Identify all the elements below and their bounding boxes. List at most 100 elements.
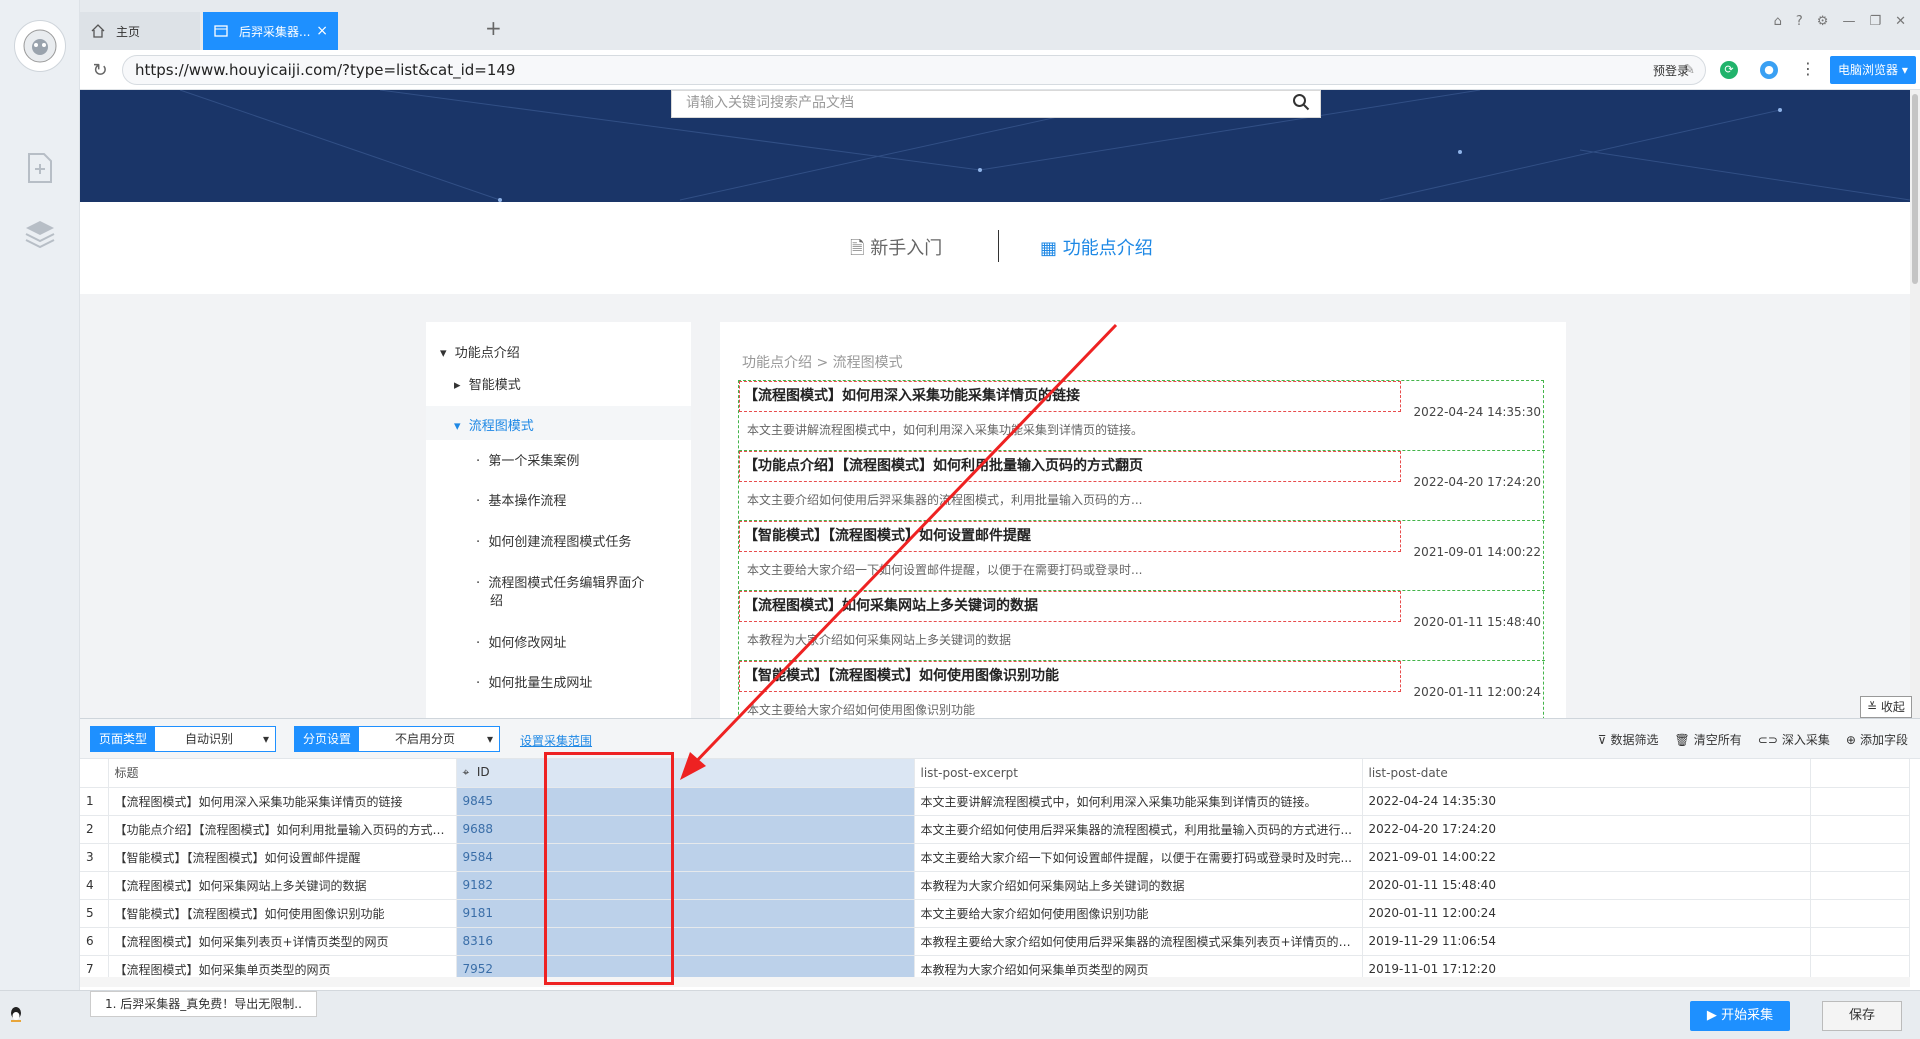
column-header-title[interactable]: 标题 [108, 759, 457, 788]
settings-icon[interactable]: ⚙ [1817, 14, 1829, 29]
column-header-id[interactable]: ⌖ ID [456, 759, 915, 788]
filter-button[interactable]: ⊽ 数据筛选 [1598, 731, 1659, 748]
minimize-icon[interactable]: — [1842, 14, 1855, 29]
cell-date[interactable]: 2020-01-11 12:00:24 [1362, 899, 1811, 928]
table-row[interactable]: 1 【流程图模式】如何用深入采集功能采集详情页的链接 9845 本文主要讲解流程图模式… [80, 787, 1910, 816]
table-row[interactable]: 4 【流程图模式】如何采集网站上多关键词的数据 9182 本教程为大家介绍如何采集网站… [80, 871, 1910, 900]
sidebar-sub-1[interactable]: · 第一个采集案例 [476, 450, 579, 469]
cell-title[interactable]: 【智能模式】【流程图模式】如何设置邮件提醒 [108, 843, 457, 872]
add-field-button[interactable]: ⊕ 添加字段 [1846, 731, 1908, 748]
new-tab-button[interactable]: + [485, 16, 502, 40]
cell-title[interactable]: 【流程图模式】如何用深入采集功能采集详情页的链接 [108, 787, 457, 816]
close-window-icon[interactable]: ✕ [1895, 14, 1906, 29]
help-icon[interactable]: ? [1796, 14, 1803, 29]
paging-select[interactable]: 分页设置 不启用分页 ▾ [294, 726, 501, 752]
column-header-date[interactable]: list-post-date [1362, 759, 1811, 788]
column-header-excerpt[interactable]: list-post-excerpt [914, 759, 1363, 788]
scroll-thumb[interactable] [1912, 94, 1918, 284]
cell-date[interactable]: 2020-01-11 15:48:40 [1362, 871, 1811, 900]
pc-browser-button[interactable]: 电脑浏览器 ▾ [1830, 56, 1916, 84]
article-item[interactable]: 【智能模式】【流程图模式】如何设置邮件提醒 本文主要给大家介绍一下如何设置邮件提… [739, 521, 1545, 591]
qq-penguin-icon[interactable] [8, 1005, 26, 1025]
cell-excerpt[interactable]: 本文主要讲解流程图模式中，如何利用深入采集功能采集到详情页的链接。 [914, 787, 1363, 816]
cell-excerpt[interactable]: 本教程主要给大家介绍如何使用后羿采集器的流程图模式采集列表页+详情页的数... [914, 927, 1363, 956]
restore-icon[interactable]: ❐ [1869, 14, 1881, 29]
pc-browser-label: 电脑浏览器 [1838, 63, 1899, 77]
sidebar-sub-6[interactable]: · 如何批量生成网址 [476, 672, 592, 691]
layers-icon[interactable] [22, 215, 58, 251]
start-collect-button[interactable]: ▶ 开始采集 [1690, 1001, 1790, 1031]
page-scrollbar[interactable] [1910, 90, 1920, 718]
cell-date[interactable]: 2022-04-24 14:35:30 [1362, 787, 1811, 816]
save-button[interactable]: 保存 [1822, 1001, 1902, 1031]
sidebar-item-root[interactable]: ▾ 功能点介绍 [440, 342, 520, 361]
cell-excerpt[interactable]: 本文主要介绍如何使用后羿采集器的流程图模式，利用批量输入页码的方式进行... [914, 815, 1363, 844]
speed-icon[interactable]: ⟳ [1720, 61, 1738, 79]
cell-date[interactable]: 2021-09-01 14:00:22 [1362, 843, 1811, 872]
article-item[interactable]: 【功能点介绍】【流程图模式】如何利用批量输入页码的方式翻页 本文主要介绍如何使用… [739, 451, 1545, 521]
cell-title[interactable]: 【智能模式】【流程图模式】如何使用图像识别功能 [108, 899, 457, 928]
sidebar-sub-5[interactable]: · 如何修改网址 [476, 632, 566, 651]
new-task-icon[interactable] [22, 150, 58, 186]
refresh-icon[interactable]: ↻ [90, 60, 110, 81]
prelogin-button[interactable]: 预登录 [1653, 62, 1689, 79]
task-status-tab[interactable]: 1. 后羿采集器_真免费！导出无限制.. [90, 991, 317, 1017]
cell-excerpt[interactable]: 本文主要给大家介绍如何使用图像识别功能 [914, 899, 1363, 928]
user-icon[interactable]: ● [1760, 61, 1778, 79]
gift-icon[interactable]: ⌂ [1774, 14, 1782, 29]
table-hscrollbar[interactable] [80, 977, 1910, 987]
cell-id[interactable]: 9688 [456, 815, 915, 844]
deep-collect-button[interactable]: ⊂⊃ 深入采集 [1758, 731, 1830, 748]
site-search-input[interactable]: 请输入关键词搜索产品文档 [671, 90, 1321, 118]
article-item[interactable]: 【智能模式】【流程图模式】如何使用图像识别功能 本文主要给大家介绍如何使用图像识… [739, 661, 1545, 718]
cell-title[interactable]: 【流程图模式】如何采集网站上多关键词的数据 [108, 871, 457, 900]
table-row[interactable]: 5 【智能模式】【流程图模式】如何使用图像识别功能 9181 本文主要给大家介绍如何使… [80, 899, 1910, 928]
article-title[interactable]: 【智能模式】【流程图模式】如何使用图像识别功能 [739, 661, 1401, 692]
page-type-select[interactable]: 页面类型 自动识别 ▾ [90, 726, 277, 752]
clear-all-button[interactable]: 🗑 清空所有 [1675, 731, 1742, 748]
cell-date[interactable]: 2019-11-29 11:06:54 [1362, 927, 1811, 956]
tab-home[interactable]: 主页 [80, 12, 200, 50]
more-menu-icon[interactable]: ⋮ [1800, 59, 1816, 78]
sidebar-item-smart[interactable]: ▸ 智能模式 [454, 374, 521, 393]
url-text: https://www.houyicaiji.com/?type=list&ca… [135, 61, 516, 79]
paging-label: 分页设置 [295, 727, 360, 751]
home-icon [90, 23, 106, 39]
sidebar-sub-4[interactable]: · 流程图模式任务编辑界面介 [476, 572, 644, 591]
sidebar-sub-2[interactable]: · 基本操作流程 [476, 490, 566, 509]
article-item[interactable]: 【流程图模式】如何用深入采集功能采集详情页的链接 本文主要讲解流程图模式中，如何… [739, 381, 1545, 451]
set-range-link[interactable]: 设置采集范围 [520, 732, 592, 749]
cell-id[interactable]: 9182 [456, 871, 915, 900]
article-title[interactable]: 【流程图模式】如何采集网站上多关键词的数据 [739, 591, 1401, 622]
nav-features[interactable]: ▦ 功能点介绍 [1040, 234, 1153, 260]
cell-title[interactable]: 【功能点介绍】【流程图模式】如何利用批量输入页码的方式翻页 [108, 815, 457, 844]
cell-id[interactable]: 9845 [456, 787, 915, 816]
search-icon[interactable] [1292, 93, 1312, 113]
article-date: 2020-01-11 15:48:40 [1413, 615, 1541, 629]
url-input[interactable]: https://www.houyicaiji.com/?type=list&ca… [122, 55, 1706, 85]
tab-collector-label: 后羿采集器... [239, 24, 311, 39]
tab-collector[interactable]: 后羿采集器... × [203, 12, 338, 50]
table-row[interactable]: 2 【功能点介绍】【流程图模式】如何利用批量输入页码的方式翻页 9688 本文主要介绍… [80, 815, 1910, 844]
cell-excerpt[interactable]: 本教程为大家介绍如何采集网站上多关键词的数据 [914, 871, 1363, 900]
cell-id[interactable]: 9584 [456, 843, 915, 872]
cell-title[interactable]: 【流程图模式】如何采集列表页+详情页类型的网页 [108, 927, 457, 956]
sidebar-item-flow[interactable]: ▾ 流程图模式 [454, 415, 534, 434]
table-row[interactable]: 6 【流程图模式】如何采集列表页+详情页类型的网页 8316 本教程主要给大家介绍如何… [80, 927, 1910, 956]
sidebar-sub-3[interactable]: · 如何创建流程图模式任务 [476, 531, 631, 550]
doc-sidebar: ▾ 功能点介绍 ▸ 智能模式 ▾ 流程图模式 · 第一个采集案例 · 基本操作流… [426, 322, 691, 718]
article-title[interactable]: 【流程图模式】如何用深入采集功能采集详情页的链接 [739, 381, 1401, 412]
article-excerpt: 本文主要给大家介绍如何使用图像识别功能 [747, 703, 976, 717]
article-item[interactable]: 【流程图模式】如何采集网站上多关键词的数据 本教程为大家介绍如何采集网站上多关键… [739, 591, 1545, 661]
close-tab-icon[interactable]: × [316, 23, 328, 39]
collapse-button[interactable]: ≚ 收起 [1860, 696, 1912, 718]
nav-newbie[interactable]: 🗎 新手入门 [850, 234, 942, 266]
table-row[interactable]: 3 【智能模式】【流程图模式】如何设置邮件提醒 9584 本文主要给大家介绍一下如何设… [80, 843, 1910, 872]
cell-id[interactable]: 8316 [456, 927, 915, 956]
cell-id[interactable]: 9181 [456, 899, 915, 928]
cell-empty [1810, 843, 1910, 872]
cell-date[interactable]: 2022-04-20 17:24:20 [1362, 815, 1811, 844]
article-title[interactable]: 【功能点介绍】【流程图模式】如何利用批量输入页码的方式翻页 [739, 451, 1401, 482]
cell-excerpt[interactable]: 本文主要给大家介绍一下如何设置邮件提醒，以便于在需要打码或登录时及时完... [914, 843, 1363, 872]
article-title[interactable]: 【智能模式】【流程图模式】如何设置邮件提醒 [739, 521, 1401, 552]
